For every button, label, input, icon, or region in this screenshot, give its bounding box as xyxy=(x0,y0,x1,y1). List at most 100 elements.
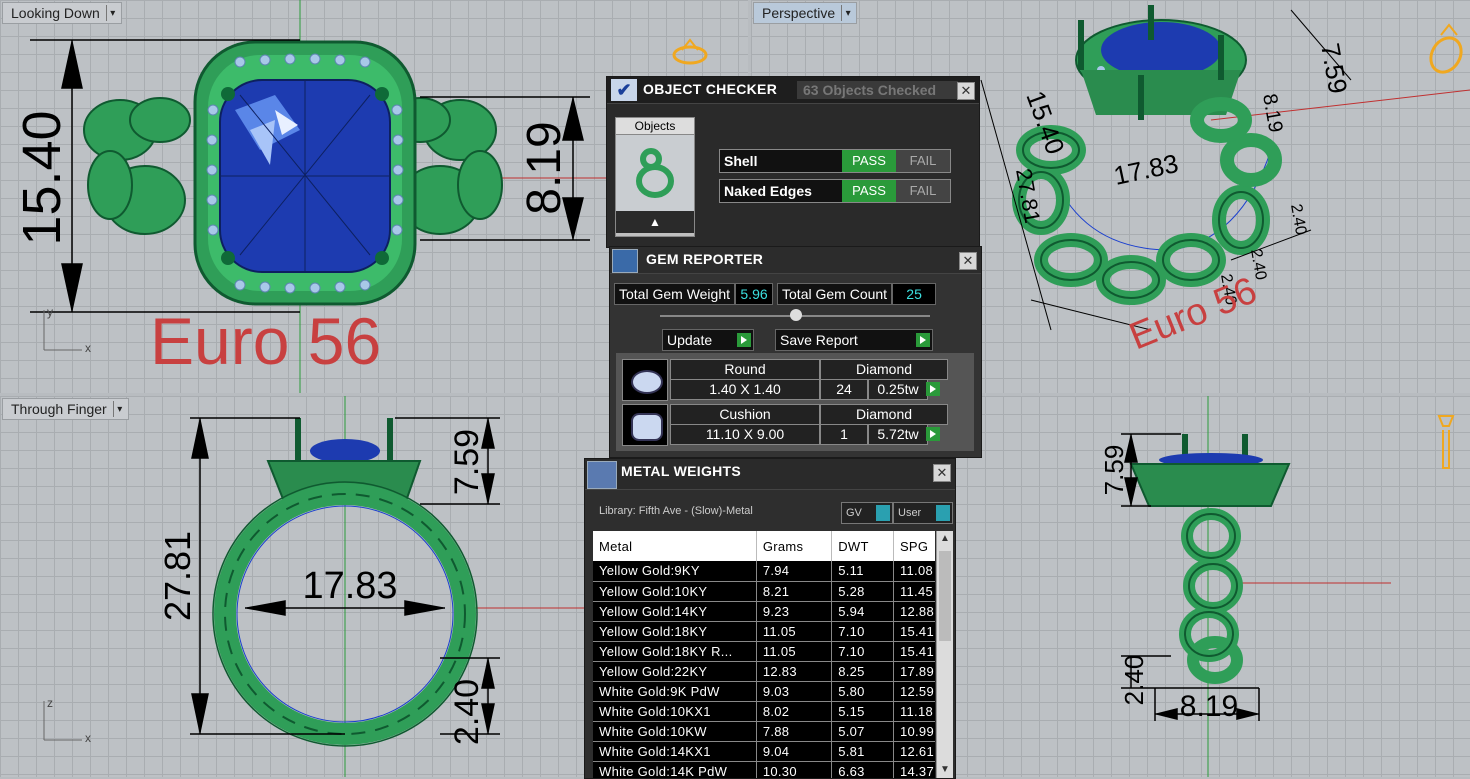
table-cell-metal: White Gold:9K PdW xyxy=(593,681,757,701)
table-cell-grams: 9.23 xyxy=(756,601,833,621)
table-cell-grams: 7.88 xyxy=(756,721,833,741)
table-cell-metal: White Gold:14K PdW xyxy=(593,761,757,778)
table-cell-metal: Yellow Gold:14KY xyxy=(593,601,757,621)
vertical-scrollbar[interactable]: ▲ ▼ xyxy=(936,531,953,778)
table-cell-dwt: 5.81 xyxy=(831,741,894,761)
table-cell-grams: 8.21 xyxy=(756,581,833,601)
gem-row[interactable]: Round Diamond 1.40 X 1.40 24 0.25tw xyxy=(622,359,948,401)
close-icon[interactable]: ✕ xyxy=(957,82,975,100)
table-header-row: Metal Grams DWT SPG xyxy=(593,531,935,561)
table-cell-dwt: 5.28 xyxy=(831,581,894,601)
table-cell-dwt: 5.94 xyxy=(831,601,894,621)
viewport-label-looking-down[interactable]: Looking Down ▾ xyxy=(2,2,122,24)
table-cell-grams: 12.83 xyxy=(756,661,833,681)
table-cell-dwt: 5.80 xyxy=(831,681,894,701)
naked-edges-pass-indicator: PASS xyxy=(842,180,896,202)
viewport-label-through-finger[interactable]: Through Finger ▾ xyxy=(2,398,129,420)
table-row[interactable]: Yellow Gold:9KY 7.94 5.11 11.08 xyxy=(593,561,935,581)
chevron-down-icon[interactable]: ▾ xyxy=(112,401,126,417)
table-cell-dwt: 5.15 xyxy=(831,701,894,721)
total-gem-weight-value: 5.96 xyxy=(735,283,774,305)
col-spg[interactable]: SPG xyxy=(893,531,935,561)
collapse-arrow-icon[interactable]: ▲ xyxy=(616,211,694,233)
front-dim-inner: 17.83 xyxy=(302,565,397,607)
side-dim-width: 8.19 xyxy=(1180,690,1238,723)
gem-slider[interactable] xyxy=(660,309,930,321)
table-cell-grams: 9.03 xyxy=(756,681,833,701)
table-cell-spg: 14.37 xyxy=(899,763,934,779)
table-row[interactable]: Yellow Gold:22KY 12.83 8.25 17.89 xyxy=(593,661,935,681)
table-cell-grams: 7.94 xyxy=(756,561,833,581)
gem-detail-play-icon[interactable] xyxy=(926,427,940,441)
object-checker-title: OBJECT CHECKER xyxy=(643,81,778,97)
table-cell-metal: White Gold:14KX1 xyxy=(593,741,757,761)
table-row[interactable]: Yellow Gold:18KY 11.05 7.10 15.41 xyxy=(593,621,935,641)
scroll-up-icon[interactable]: ▲ xyxy=(937,531,953,547)
round-gem-icon xyxy=(622,359,668,401)
svg-text:z: z xyxy=(47,696,53,710)
gem-row[interactable]: Cushion Diamond 11.10 X 9.00 1 5.72tw xyxy=(622,404,948,446)
update-button[interactable]: Update xyxy=(662,329,754,351)
play-icon xyxy=(737,333,751,347)
col-metal[interactable]: Metal xyxy=(593,531,757,561)
shell-pass-indicator: PASS xyxy=(842,150,896,172)
gem-list: Round Diamond 1.40 X 1.40 24 0.25tw Cush… xyxy=(616,353,974,451)
objects-group: Objects ▲ xyxy=(615,117,695,237)
col-grams[interactable]: Grams xyxy=(756,531,833,561)
metal-table: Metal Grams DWT SPG Yellow Gold:9KY 7.94 5… xyxy=(593,531,935,778)
gem-reporter-panel: GEM REPORTER ✕ Total Gem Weight 5.96 Tot… xyxy=(609,246,982,458)
scroll-down-icon[interactable]: ▼ xyxy=(937,762,953,778)
objects-label: Objects xyxy=(616,118,694,135)
check-row-shell: Shell PASS FAIL xyxy=(719,149,951,173)
slider-handle[interactable] xyxy=(790,309,802,321)
table-cell-grams: 10.30 xyxy=(756,761,833,778)
scale-icon xyxy=(587,461,617,489)
metal-weights-title: METAL WEIGHTS xyxy=(621,463,742,479)
cushion-gem-icon xyxy=(622,404,668,446)
gv-toggle-indicator xyxy=(876,505,890,521)
table-row[interactable]: Yellow Gold:14KY 9.23 5.94 12.88 xyxy=(593,601,935,621)
table-cell-spg: 11.08 xyxy=(899,563,934,579)
table-cell-spg: 11.45 xyxy=(899,583,934,599)
svg-text:x: x xyxy=(85,731,91,745)
table-cell-spg: 12.61 xyxy=(899,743,934,759)
close-icon[interactable]: ✕ xyxy=(959,252,977,270)
gem-reporter-titlebar[interactable]: GEM REPORTER ✕ xyxy=(610,247,981,274)
chevron-down-icon[interactable]: ▾ xyxy=(105,5,119,21)
persp-dim-2: 17.83 xyxy=(1111,148,1181,191)
svg-text:y: y xyxy=(47,305,53,319)
persp-dim-3: 8.19 xyxy=(1258,92,1286,134)
viewport-label-perspective[interactable]: Perspective ▾ xyxy=(753,2,858,24)
table-row[interactable]: Yellow Gold:10KY 8.21 5.28 11.45 xyxy=(593,581,935,601)
table-row[interactable]: White Gold:10KX1 8.02 5.15 11.18 xyxy=(593,701,935,721)
table-cell-dwt: 6.63 xyxy=(831,761,894,778)
gv-toggle[interactable]: GV xyxy=(841,502,893,524)
table-cell-spg: 12.88 xyxy=(899,603,934,619)
scroll-thumb[interactable] xyxy=(939,551,951,641)
table-cell-metal: Yellow Gold:9KY xyxy=(593,561,757,581)
table-cell-grams: 11.05 xyxy=(756,641,833,661)
close-icon[interactable]: ✕ xyxy=(933,464,951,482)
save-report-button[interactable]: Save Report xyxy=(775,329,933,351)
table-row[interactable]: Yellow Gold:18KY R... 11.05 7.10 15.41 xyxy=(593,641,935,661)
shell-fail-indicator: FAIL xyxy=(896,150,950,172)
table-cell-grams: 11.05 xyxy=(756,621,833,641)
persp-dim-5: 2.40 xyxy=(1247,248,1269,282)
check-row-naked-edges: Naked Edges PASS FAIL xyxy=(719,179,951,203)
table-row[interactable]: White Gold:14K PdW 10.30 6.63 14.37 xyxy=(593,761,935,778)
ring-view-icon xyxy=(672,38,708,65)
metal-weights-titlebar[interactable]: METAL WEIGHTS ✕ xyxy=(585,459,955,490)
table-cell-metal: Yellow Gold:22KY xyxy=(593,661,757,681)
persp-dim-0: 7.59 xyxy=(1315,41,1353,96)
user-toggle-indicator xyxy=(936,505,950,521)
table-row[interactable]: White Gold:9K PdW 9.03 5.80 12.59 xyxy=(593,681,935,701)
table-cell-metal: Yellow Gold:10KY xyxy=(593,581,757,601)
table-row[interactable]: White Gold:14KX1 9.04 5.81 12.61 xyxy=(593,741,935,761)
table-row[interactable]: White Gold:10KW 7.88 5.07 10.99 xyxy=(593,721,935,741)
col-dwt[interactable]: DWT xyxy=(831,531,894,561)
object-checker-titlebar[interactable]: ✔ OBJECT CHECKER 63 Objects Checked ✕ xyxy=(607,77,979,104)
front-dim-bottom: 2.40 xyxy=(448,679,486,745)
gem-detail-play-icon[interactable] xyxy=(926,382,940,396)
chevron-down-icon[interactable]: ▾ xyxy=(841,5,854,21)
user-toggle[interactable]: User xyxy=(893,502,953,524)
